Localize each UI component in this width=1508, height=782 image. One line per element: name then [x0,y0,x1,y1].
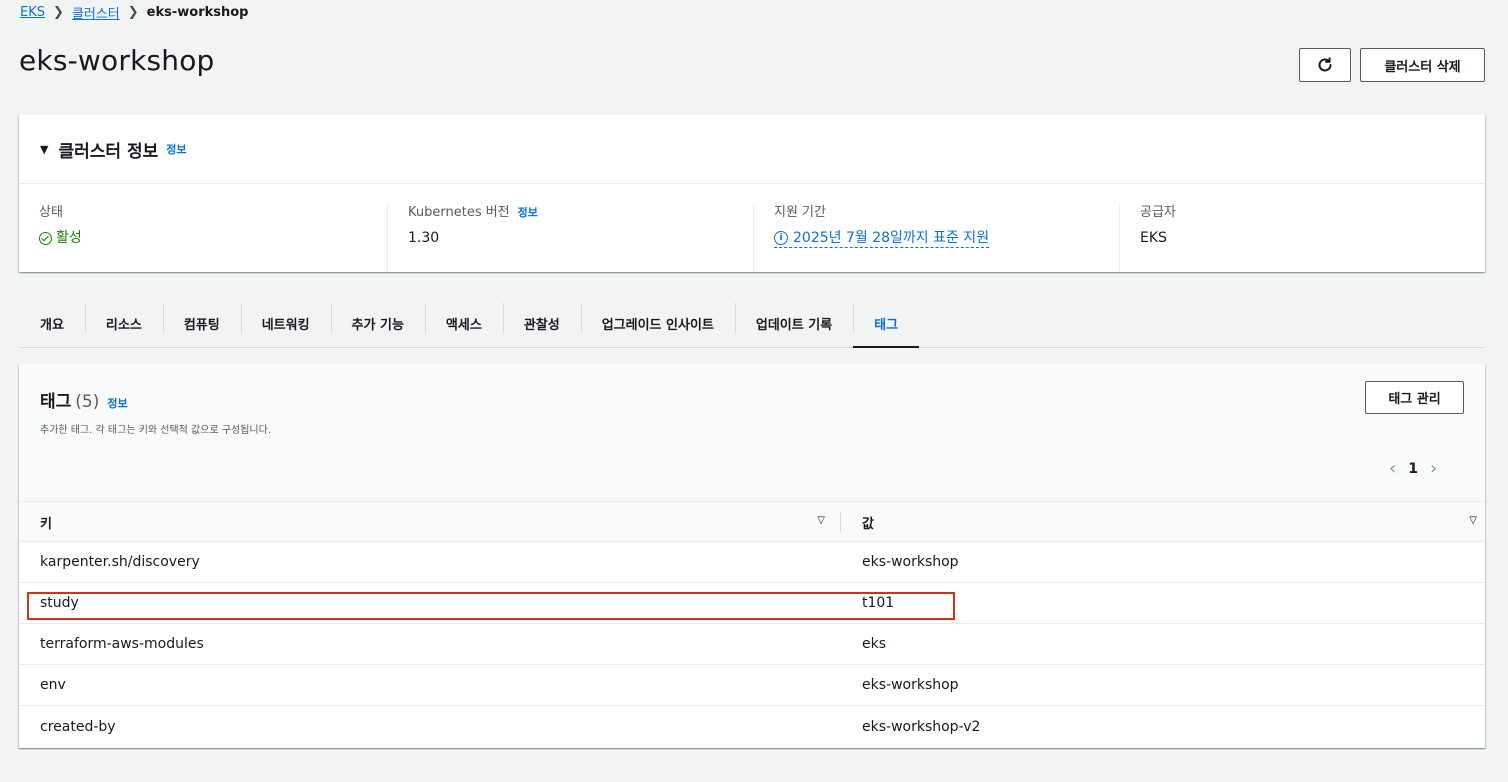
cluster-info-title: 클러스터 정보 [58,141,159,162]
tags-description: 추가한 태그. 각 태그는 키와 선택적 값으로 구성됩니다. [40,425,272,436]
tag-key-cell: study [40,595,79,611]
cluster-info-columns: 상태 활성 Kubernetes 버전 정보 1.30 지원 기간 i 2025… [19,184,1485,272]
table-row: env eks-workshop [19,665,1485,706]
tags-heading: 태그 (5) 정보 [40,387,128,412]
tag-value-cell: eks-workshop [862,554,959,570]
sort-icon[interactable]: ▽ [817,515,825,526]
page-number[interactable]: 1 [1408,461,1418,477]
breadcrumb-clusters-link[interactable]: 클러스터 [72,3,120,22]
cluster-info-panel: ▼ 클러스터 정보 정보 상태 활성 Kubernetes 버전 정보 1.30… [19,115,1485,272]
pagination: ‹ 1 › [1389,458,1437,479]
page-title: eks-workshop [19,44,215,77]
chevron-right-icon[interactable]: › [1430,458,1437,479]
k8s-version-value: 1.30 [408,230,440,246]
k8s-version-label: Kubernetes 버전 정보 [408,204,753,222]
k8s-version-info-link[interactable]: 정보 [518,204,538,222]
status-value: 활성 [39,229,387,247]
provider-column: 공급자 EKS [1119,204,1485,272]
tags-table: 키 ▽ 값 ▽ karpenter.sh/discovery eks-works… [19,501,1485,747]
info-circle-icon: i [774,230,788,245]
check-circle-icon [39,231,52,245]
tag-value-cell: eks [862,636,887,652]
tag-value-cell: t101 [862,595,895,611]
tag-key-cell: created-by [40,718,116,735]
breadcrumb: EKS ❯ 클러스터 ❯ eks-workshop [20,3,249,22]
caret-down-icon[interactable]: ▼ [40,143,48,156]
tag-value-cell: eks-workshop-v2 [862,718,981,735]
cluster-info-link[interactable]: 정보 [166,141,186,157]
tag-key-cell: env [40,677,66,693]
refresh-icon [1318,57,1332,72]
tab-upgrade-insights[interactable]: 업그레이드 인사이트 [580,300,735,347]
support-period-value: i 2025년 7월 28일까지 표준 지원 [774,229,1119,248]
chevron-left-icon[interactable]: ‹ [1389,458,1396,479]
status-label: 상태 [39,205,63,220]
sort-icon[interactable]: ▽ [1469,515,1477,526]
status-text: 활성 [56,230,82,246]
status-column: 상태 활성 [19,204,387,272]
table-row: karpenter.sh/discovery eks-workshop [19,542,1485,583]
support-period-link[interactable]: i 2025년 7월 28일까지 표준 지원 [774,229,990,248]
tab-observability[interactable]: 관찰성 [502,300,581,347]
tags-title: 태그 [40,392,72,412]
tab-networking[interactable]: 네트워킹 [240,300,331,347]
delete-cluster-button[interactable]: 클러스터 삭제 [1360,48,1485,82]
cluster-tabs: 개요 리소스 컴퓨팅 네트워킹 추가 기능 액세스 관찰성 업그레이드 인사이트… [19,300,1485,348]
table-row: study t101 [19,583,1485,624]
tab-tags[interactable]: 태그 [853,300,920,348]
column-header-key-label: 키 [40,516,52,532]
provider-label: 공급자 [1140,205,1176,220]
column-header-value[interactable]: 값 ▽ [841,502,1485,542]
table-row: created-by eks-workshop-v2 [19,706,1485,747]
k8s-version-label-text: Kubernetes 버전 [408,205,510,220]
manage-tags-button[interactable]: 태그 관리 [1365,381,1464,414]
chevron-right-icon: ❯ [127,4,139,20]
tags-panel: 태그 (5) 정보 추가한 태그. 각 태그는 키와 선택적 값으로 구성됩니다… [19,364,1485,748]
column-header-value-label: 값 [862,516,874,532]
tag-key-cell: terraform-aws-modules [40,636,204,652]
k8s-version-column: Kubernetes 버전 정보 1.30 [387,204,753,272]
tags-info-link[interactable]: 정보 [107,395,127,411]
tab-update-history[interactable]: 업데이트 기록 [734,300,853,347]
tab-resources[interactable]: 리소스 [84,300,163,347]
tags-count: (5) [75,392,100,412]
tag-key-cell: karpenter.sh/discovery [40,554,200,570]
support-period-column: 지원 기간 i 2025년 7월 28일까지 표준 지원 [753,204,1119,272]
table-row: terraform-aws-modules eks [19,624,1485,665]
chevron-right-icon: ❯ [53,4,64,20]
cluster-info-header[interactable]: ▼ 클러스터 정보 정보 [19,115,1485,184]
column-header-key[interactable]: 키 ▽ [19,502,841,542]
tab-overview[interactable]: 개요 [19,300,85,347]
tab-access[interactable]: 액세스 [424,300,503,347]
tab-add-ons[interactable]: 추가 기능 [330,300,425,347]
breadcrumb-eks-link[interactable]: EKS [20,5,45,20]
tab-compute[interactable]: 컴퓨팅 [162,300,241,347]
table-header: 키 ▽ 값 ▽ [19,501,1485,542]
provider-value: EKS [1140,230,1167,246]
breadcrumb-current: eks-workshop [146,4,249,20]
support-period-text: 2025년 7월 28일까지 표준 지원 [793,229,990,246]
tag-value-cell: eks-workshop [862,677,959,693]
refresh-button[interactable] [1299,48,1351,82]
support-period-label: 지원 기간 [774,205,826,220]
